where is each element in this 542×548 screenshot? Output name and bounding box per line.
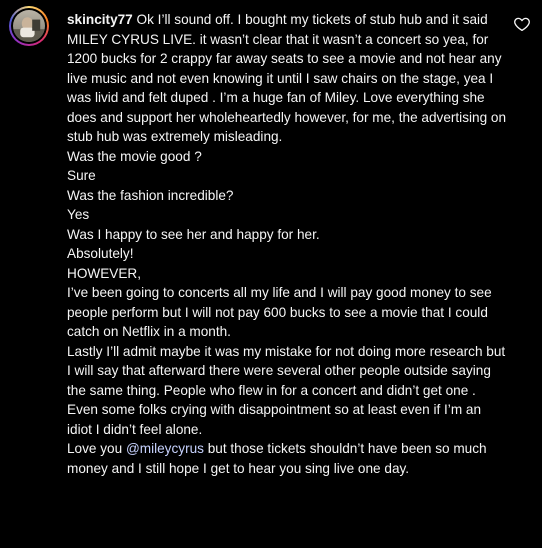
comment: skincity77 Ok I’ll sound off. I bought m… [0, 0, 542, 548]
heart-outline-icon [514, 17, 530, 32]
avatar[interactable] [9, 6, 49, 46]
username-link[interactable]: skincity77 [67, 12, 133, 27]
comment-text-part: Ok I’ll sound off. I bought my tickets o… [67, 12, 507, 456]
like-button[interactable] [513, 15, 531, 33]
mention-link[interactable]: @mileycyrus [126, 441, 204, 456]
avatar-image [13, 10, 45, 42]
comment-text: skincity77 Ok I’ll sound off. I bought m… [67, 10, 509, 478]
